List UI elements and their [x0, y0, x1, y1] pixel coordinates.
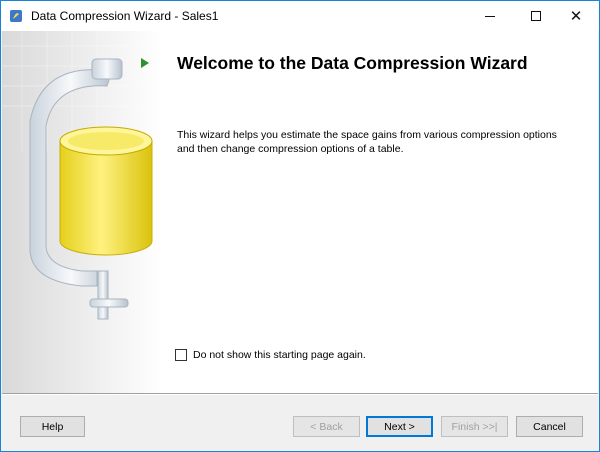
page-description: This wizard helps you estimate the space… [177, 129, 557, 155]
title-bar: Data Compression Wizard - Sales1 ✕ [1, 1, 599, 31]
wizard-window: Data Compression Wizard - Sales1 ✕ Welco… [0, 0, 600, 452]
cancel-button[interactable]: Cancel [516, 416, 583, 437]
minimize-button[interactable] [467, 1, 513, 31]
dont-show-again-checkbox[interactable] [175, 349, 187, 361]
compression-clamp-illustration [2, 31, 162, 393]
maximize-icon [531, 11, 541, 21]
page-heading: Welcome to the Data Compression Wizard [177, 53, 528, 73]
close-button[interactable]: ✕ [553, 1, 599, 31]
help-button[interactable]: Help [20, 416, 85, 437]
step-arrow-icon [141, 58, 149, 68]
footer-separator [2, 393, 598, 395]
window-title: Data Compression Wizard - Sales1 [31, 9, 219, 23]
next-button[interactable]: Next > [366, 416, 433, 437]
close-icon: ✕ [569, 7, 583, 25]
dont-show-again-label[interactable]: Do not show this starting page again. [193, 349, 366, 361]
app-icon [10, 10, 22, 22]
dont-show-again-option[interactable]: Do not show this starting page again. [175, 349, 366, 361]
finish-button[interactable]: Finish >>| [441, 416, 508, 437]
wizard-content: Welcome to the Data Compression Wizard T… [2, 31, 598, 393]
minimize-icon [485, 15, 495, 17]
back-button[interactable]: < Back [293, 416, 360, 437]
